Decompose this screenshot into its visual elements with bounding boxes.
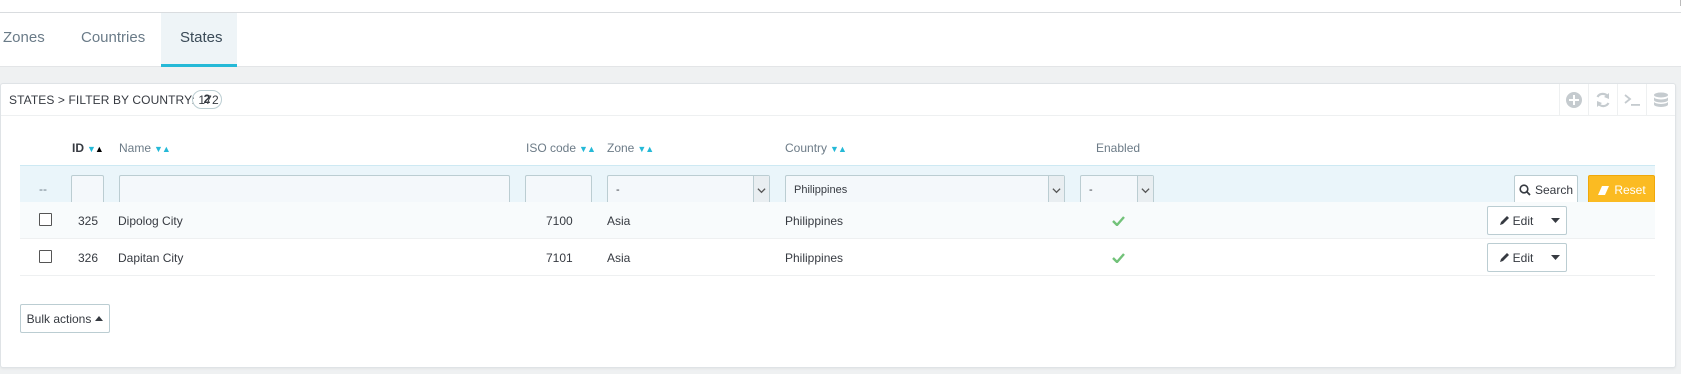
panel-toolbar [1559, 84, 1675, 116]
states-panel: STATES > FILTER BY COUNTRY: 172 2 ID ▼▲ N… [0, 83, 1676, 368]
tab-states[interactable]: States [161, 13, 237, 67]
sort-arrows[interactable]: ▼▲ [579, 144, 596, 154]
bulk-placeholder: -- [39, 182, 47, 196]
column-country[interactable]: Country ▼▲ [785, 141, 847, 155]
sql-icon[interactable] [1617, 84, 1646, 116]
column-id-label: ID [72, 141, 84, 155]
row-country: Philippines [785, 251, 844, 265]
column-enabled-label: Enabled [1096, 141, 1141, 155]
row-checkbox[interactable] [39, 213, 52, 226]
row-id: 325 [78, 214, 99, 228]
panel-title: STATES > FILTER BY COUNTRY: 172 [9, 93, 219, 107]
table-row[interactable]: 326 Dapitan City 7101 Asia Philippines E… [20, 239, 1655, 276]
row-id: 326 [78, 251, 99, 265]
column-name-label: Name [119, 141, 152, 155]
row-country: Philippines [785, 214, 844, 228]
column-iso-label: ISO code [526, 141, 577, 155]
row-zone: Asia [607, 251, 631, 265]
row-name: Dipolog City [118, 214, 183, 228]
reset-button[interactable]: Reset [1588, 175, 1655, 205]
bulk-actions-label: Bulk actions [26, 311, 92, 326]
column-iso[interactable]: ISO code ▼▲ [526, 141, 596, 155]
country-filter-select[interactable]: Philippines [785, 175, 1065, 205]
refresh-icon[interactable] [1588, 84, 1617, 116]
bulk-actions-button[interactable]: Bulk actions [20, 304, 110, 333]
enabled-filter-value: - [1089, 184, 1093, 196]
tab-zones[interactable]: Zones [0, 13, 65, 67]
search-button-label: Search [1534, 183, 1574, 197]
column-zone-label: Zone [607, 141, 635, 155]
sort-arrows[interactable]: ▼▲ [154, 144, 171, 154]
sort-arrows[interactable]: ▼▲ [637, 144, 654, 154]
row-iso: 7101 [546, 251, 573, 265]
zone-filter-select[interactable]: - [607, 175, 770, 205]
pencil-icon [1499, 253, 1509, 262]
edit-button[interactable]: Edit [1488, 244, 1544, 271]
caret-down-icon[interactable] [1544, 207, 1566, 234]
zone-filter-value: - [616, 184, 620, 196]
country-filter-value: Philippines [794, 184, 848, 196]
edit-button-group: Edit [1487, 243, 1567, 272]
panel-heading: STATES > FILTER BY COUNTRY: 172 2 [1, 84, 1675, 116]
enabled-check-icon[interactable] [1112, 215, 1125, 229]
search-icon [1519, 184, 1531, 196]
enabled-filter-select[interactable]: - [1080, 175, 1154, 205]
row-name: Dapitan City [118, 251, 184, 265]
edit-button[interactable]: Edit [1488, 207, 1544, 234]
table-row[interactable]: 325 Dipolog City 7100 Asia Philippines E… [20, 202, 1655, 239]
eraser-icon [1598, 185, 1610, 195]
column-enabled: Enabled [1096, 141, 1140, 155]
row-iso: 7100 [546, 214, 573, 228]
caret-up-icon [95, 316, 104, 321]
top-strip [0, 0, 1681, 13]
row-zone: Asia [607, 214, 631, 228]
iso-filter-input[interactable] [525, 175, 592, 205]
chevron-down-icon [1137, 176, 1153, 204]
sort-arrows[interactable]: ▼▲ [87, 144, 104, 154]
edit-button-group: Edit [1487, 206, 1567, 235]
enabled-check-icon[interactable] [1112, 252, 1125, 266]
chevron-down-icon [753, 176, 769, 204]
pencil-icon [1499, 216, 1509, 225]
reset-button-label: Reset [1614, 183, 1646, 197]
name-filter-input[interactable] [119, 175, 510, 205]
edit-button-label: Edit [1512, 213, 1534, 228]
tab-countries[interactable]: Countries [61, 13, 165, 67]
database-icon[interactable] [1646, 84, 1675, 116]
search-button[interactable]: Search [1514, 175, 1578, 205]
tab-bar: Zones Countries States [0, 13, 1681, 67]
column-name[interactable]: Name ▼▲ [119, 141, 171, 155]
chevron-down-icon [1048, 176, 1064, 204]
edit-button-label: Edit [1512, 250, 1534, 265]
id-filter-input[interactable] [71, 175, 104, 205]
count-badge: 2 [192, 90, 222, 109]
sort-arrows[interactable]: ▼▲ [830, 144, 847, 154]
row-checkbox[interactable] [39, 250, 52, 263]
column-zone[interactable]: Zone ▼▲ [607, 141, 654, 155]
caret-down-icon[interactable] [1544, 244, 1566, 271]
add-icon[interactable] [1559, 84, 1588, 116]
column-id[interactable]: ID ▼▲ [72, 141, 104, 155]
column-country-label: Country [785, 141, 828, 155]
